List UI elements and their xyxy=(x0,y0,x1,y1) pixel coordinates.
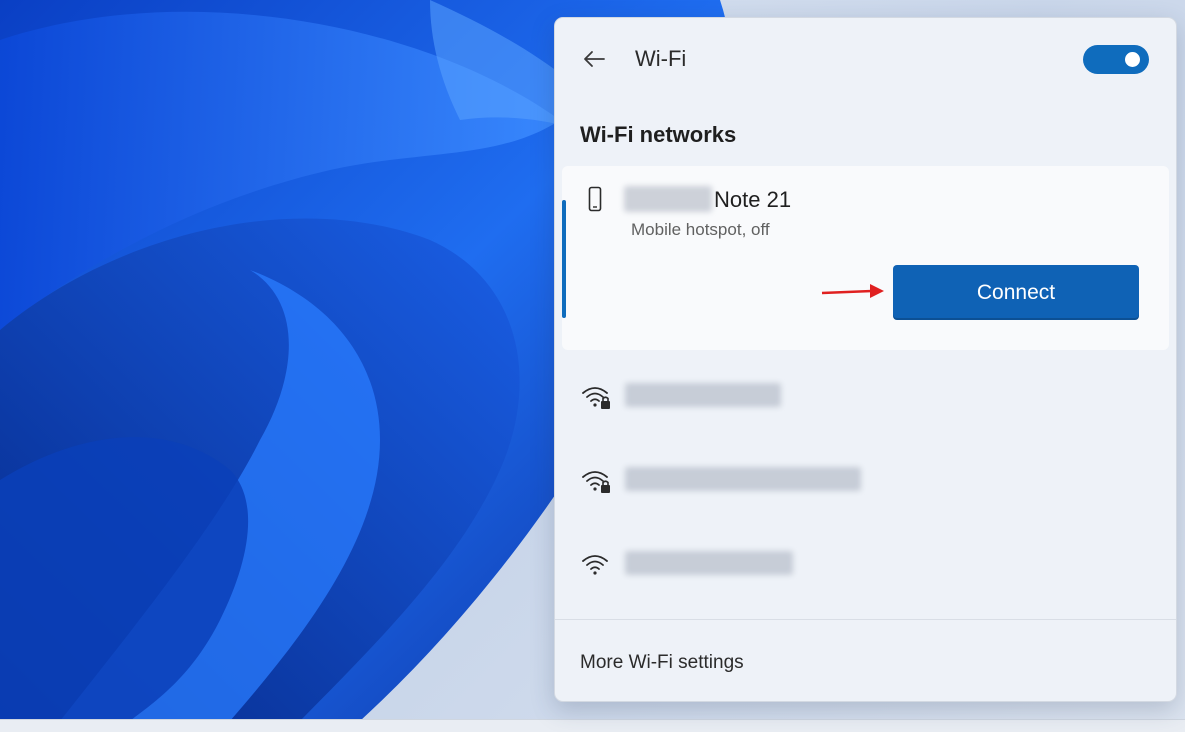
selected-network-card[interactable]: Note 21 Mobile hotspot, off Connect xyxy=(562,166,1169,350)
network-row[interactable] xyxy=(555,446,1176,516)
connect-button[interactable]: Connect xyxy=(893,265,1139,320)
wifi-icon xyxy=(582,555,608,575)
redacted-name xyxy=(624,186,712,212)
redacted-network-name xyxy=(625,383,781,407)
toggle-knob xyxy=(1125,52,1140,67)
page-title: Wi-Fi xyxy=(635,46,687,71)
redacted-network-name xyxy=(625,467,861,491)
wifi-toggle[interactable] xyxy=(1083,45,1149,74)
arrow-left-icon xyxy=(584,51,605,67)
redacted-network-name xyxy=(625,551,793,575)
selection-indicator xyxy=(562,200,566,318)
flyout-header: Wi-Fi xyxy=(555,18,1176,98)
footer-divider xyxy=(555,619,1176,620)
wifi-secured-icon xyxy=(582,387,610,409)
wifi-secured-icon xyxy=(582,471,610,493)
network-name: Note 21 xyxy=(624,186,791,213)
network-row[interactable] xyxy=(555,530,1176,600)
section-title: Wi-Fi networks xyxy=(580,122,737,147)
taskbar-edge xyxy=(0,719,1185,732)
wifi-flyout: Wi-Fi Wi-Fi networks Note 21 Mobile hots… xyxy=(554,17,1177,702)
back-button[interactable] xyxy=(577,42,611,76)
phone-icon xyxy=(588,186,602,212)
annotation-arrow-icon xyxy=(821,284,884,298)
network-status: Mobile hotspot, off xyxy=(631,220,770,239)
network-row[interactable] xyxy=(555,362,1176,432)
network-name-visible: Note 21 xyxy=(714,187,792,212)
more-wifi-settings-link[interactable]: More Wi-Fi settings xyxy=(580,652,744,674)
